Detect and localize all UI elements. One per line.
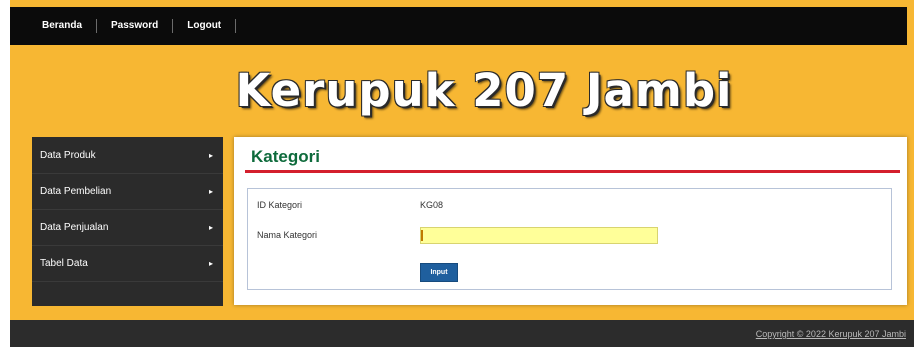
sidebar-item-label: Data Pembelian [40,186,112,197]
kategori-form: ID Kategori KG08 Nama Kategori Input [247,188,892,290]
sidebar-item-data-penjualan[interactable]: Data Penjualan ▸ [32,210,223,246]
nav-logout[interactable]: Logout [173,7,235,45]
text-caret [421,230,423,241]
sidebar-item-label: Data Penjualan [40,222,109,233]
nav-password[interactable]: Password [97,7,172,45]
sidebar-item-data-pembelian[interactable]: Data Pembelian ▸ [32,174,223,210]
id-kategori-label: ID Kategori [257,200,303,210]
input-button[interactable]: Input [420,263,458,282]
nama-kategori-label: Nama Kategori [257,230,318,240]
copyright-link[interactable]: Copyright © 2022 Kerupuk 207 Jambi [756,329,906,339]
site-title: Kerupuk 207 Jambi [235,64,733,117]
sidebar-item-label: Tabel Data [40,258,88,269]
nav-divider [235,19,237,33]
content-panel: Kategori ID Kategori KG08 Nama Kategori … [234,137,907,305]
chevron-right-icon: ▸ [208,187,213,196]
sidebar-item-data-produk[interactable]: Data Produk ▸ [32,138,223,174]
sidebar: Data Produk ▸ Data Pembelian ▸ Data Penj… [32,137,223,306]
footer: Copyright © 2022 Kerupuk 207 Jambi [10,320,914,347]
nama-kategori-input[interactable] [420,227,658,244]
page-title: Kategori [251,147,320,166]
sidebar-item-tabel-data[interactable]: Tabel Data ▸ [32,246,223,282]
sidebar-item-label: Data Produk [40,150,96,161]
top-nav: Beranda Password Logout [10,7,907,45]
title-divider [245,170,900,173]
id-kategori-value: KG08 [420,200,444,210]
nav-beranda[interactable]: Beranda [10,7,96,45]
chevron-right-icon: ▸ [208,223,213,232]
chevron-right-icon: ▸ [208,259,213,268]
chevron-right-icon: ▸ [208,151,213,160]
